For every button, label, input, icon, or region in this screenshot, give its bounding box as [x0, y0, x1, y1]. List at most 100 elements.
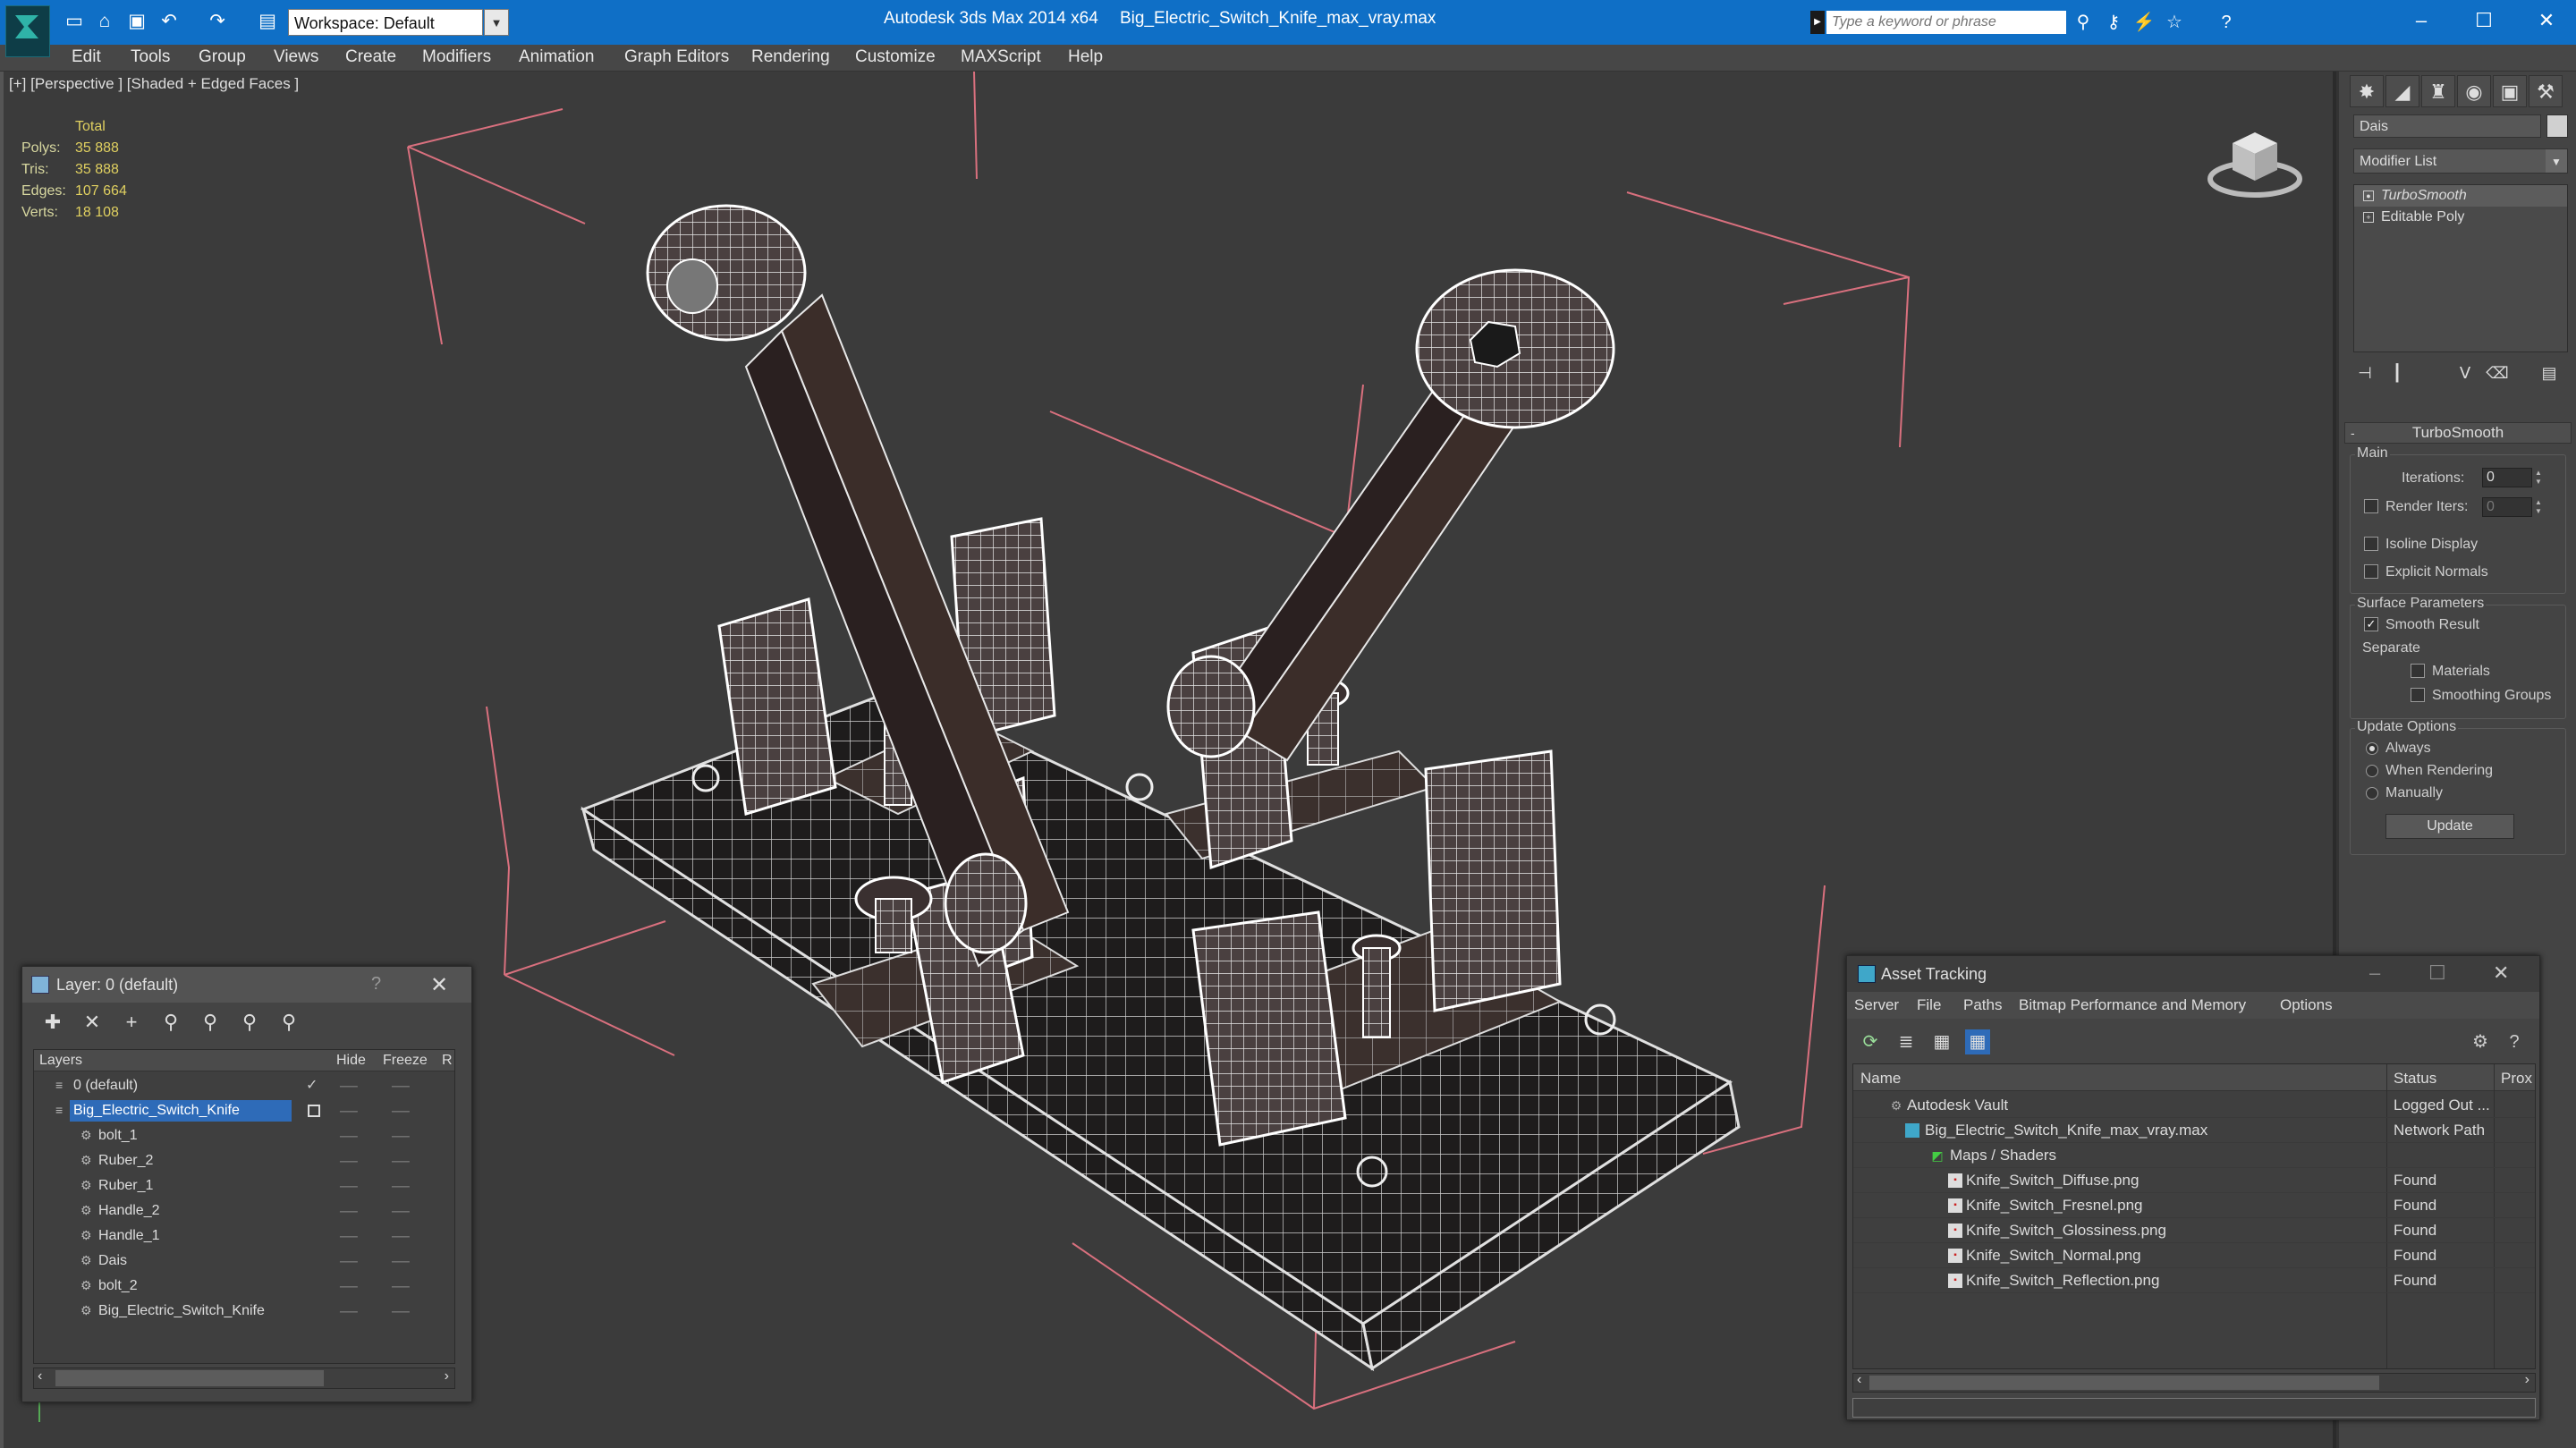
hide-toggle[interactable]: ── [340, 1073, 358, 1098]
make-unique-icon[interactable]: Ⅴ [2453, 361, 2477, 385]
always-radio[interactable] [2366, 742, 2378, 755]
display-tab-icon[interactable]: ▣ [2493, 75, 2527, 107]
minimize-button[interactable]: – [2369, 961, 2380, 985]
stack-item-turbosmooth[interactable]: ● TurboSmooth [2354, 185, 2567, 207]
layer-row[interactable]: ⚙ bolt_2 ── ── [34, 1274, 454, 1299]
collapse-icon[interactable]: - [2351, 423, 2355, 443]
asset-menu-options[interactable]: Options [2280, 996, 2333, 1014]
lightbulb-icon[interactable]: ● [2363, 191, 2374, 201]
chevron-down-icon[interactable]: ▼ [484, 9, 509, 36]
set-active-layer-icon[interactable] [308, 1105, 320, 1117]
menu-group[interactable]: Group [199, 47, 246, 67]
menu-views[interactable]: Views [274, 47, 318, 67]
new-file-icon[interactable]: ▭ [63, 11, 86, 32]
menu-tools[interactable]: Tools [131, 47, 170, 67]
turbosmooth-rollout-header[interactable]: - TurboSmooth [2344, 422, 2572, 444]
search-expand-icon[interactable]: ▶ [1810, 11, 1825, 34]
list-view-icon[interactable]: ≣ [1894, 1029, 1919, 1054]
maximize-button[interactable]: ☐ [2462, 5, 2506, 36]
asset-horizontal-scrollbar[interactable]: ‹ › [1852, 1372, 2536, 1393]
menu-animation[interactable]: Animation [519, 47, 595, 67]
scroll-thumb[interactable] [1869, 1376, 2379, 1390]
isoline-display-checkbox[interactable] [2364, 537, 2378, 551]
scroll-thumb[interactable] [55, 1370, 324, 1386]
spinner-arrows-icon[interactable]: ▲ ▼ [2533, 469, 2544, 487]
pin-stack-icon[interactable]: ⊣ [2353, 361, 2377, 385]
freeze-toggle[interactable]: ── [392, 1098, 410, 1123]
layer-row[interactable]: ⚙ Handle_2 ── ── [34, 1198, 454, 1224]
hide-toggle[interactable]: ── [340, 1148, 358, 1173]
delete-layer-icon[interactable]: ✕ [80, 1010, 105, 1035]
workspace-dropdown[interactable]: Workspace: Default ▼ [288, 9, 509, 36]
layer-row[interactable]: ⚙ Dais ── ── [34, 1249, 454, 1274]
layer-row[interactable]: ≡ Big_Electric_Switch_Knife ── ── [34, 1098, 454, 1123]
spinner-arrows-icon[interactable]: ▲ ▼ [2533, 498, 2544, 516]
undo-icon[interactable]: ↶ [157, 11, 181, 32]
scroll-left-icon[interactable]: ‹ [38, 1368, 42, 1384]
hide-toggle[interactable]: ── [340, 1098, 358, 1123]
layer-row[interactable]: ⚙ bolt_1 ── ── [34, 1123, 454, 1148]
menu-create[interactable]: Create [345, 47, 396, 67]
asset-row[interactable]: ◩ Maps / Shaders [1853, 1143, 2535, 1168]
menu-customize[interactable]: Customize [855, 47, 936, 67]
object-name[interactable]: Ruber_2 [95, 1150, 158, 1172]
scroll-right-icon[interactable]: › [445, 1368, 449, 1384]
open-file-icon[interactable]: ⌂ [93, 11, 116, 32]
layer-window-titlebar[interactable]: Layer: 0 (default) ? ✕ [22, 967, 471, 1003]
object-name[interactable]: Big_Electric_Switch_Knife [95, 1300, 270, 1322]
project-folder-icon[interactable]: ▤ [256, 11, 279, 32]
refresh-icon[interactable]: ⟳ [1858, 1029, 1883, 1054]
col-render[interactable]: R [442, 1053, 453, 1069]
minimize-button[interactable]: – [2399, 5, 2444, 36]
maximize-button[interactable]: ☐ [2428, 961, 2446, 985]
hide-toggle[interactable]: ── [340, 1274, 358, 1299]
asset-menu-file[interactable]: File [1917, 996, 1941, 1014]
utilities-tab-icon[interactable]: ⚒ [2529, 75, 2563, 107]
col-freeze[interactable]: Freeze [383, 1053, 428, 1069]
asset-row[interactable]: ▪ Knife_Switch_Fresnel.png Found [1853, 1193, 2535, 1218]
col-layers[interactable]: Layers [39, 1053, 82, 1069]
stack-item-editable-poly[interactable]: + Editable Poly [2354, 207, 2567, 228]
asset-row[interactable]: ▪ Knife_Switch_Normal.png Found [1853, 1243, 2535, 1268]
col-status[interactable]: Status [2394, 1070, 2436, 1088]
freeze-toggle[interactable]: ── [392, 1148, 410, 1173]
app-logo-icon[interactable] [5, 5, 50, 57]
smooth-result-checkbox[interactable]: ✓ [2364, 617, 2378, 631]
viewport-label[interactable]: [+] [Perspective ] [Shaded + Edged Faces… [9, 75, 299, 93]
col-name[interactable]: Name [1860, 1070, 1901, 1088]
asset-row[interactable]: Big_Electric_Switch_Knife_max_vray.max N… [1853, 1118, 2535, 1143]
layer-row[interactable]: ⚙ Ruber_2 ── ── [34, 1148, 454, 1173]
asset-path-field[interactable] [1852, 1398, 2536, 1418]
modify-tab-icon[interactable]: ◢ [2385, 75, 2419, 107]
freeze-toggle[interactable]: ── [392, 1173, 410, 1198]
layer-row[interactable]: ⚙ Handle_1 ── ── [34, 1224, 454, 1249]
active-layer-check-icon[interactable]: ✓ [306, 1073, 318, 1098]
freeze-toggle[interactable]: ── [392, 1274, 410, 1299]
asset-row[interactable]: ⚙ Autodesk Vault Logged Out ... [1853, 1093, 2535, 1118]
manually-radio[interactable] [2366, 787, 2378, 800]
remove-modifier-icon[interactable]: ⌫ [2486, 361, 2509, 385]
layer-row[interactable]: ⚙ Big_Electric_Switch_Knife ── ── [34, 1299, 454, 1324]
asset-menu-server[interactable]: Server [1854, 996, 1899, 1014]
smoothing-groups-checkbox[interactable] [2411, 688, 2425, 702]
freeze-toggle[interactable]: ── [392, 1198, 410, 1224]
asset-window-titlebar[interactable]: Asset Tracking – ☐ ✕ [1847, 956, 2539, 992]
communication-icon[interactable]: ⚡ [2132, 11, 2156, 34]
configure-sets-icon[interactable]: ▤ [2538, 361, 2561, 385]
layer-name[interactable]: Big_Electric_Switch_Knife [70, 1100, 292, 1122]
chevron-down-icon[interactable]: ▼ [2546, 149, 2567, 173]
close-icon[interactable]: ✕ [430, 972, 448, 998]
expand-icon[interactable]: + [2363, 212, 2374, 223]
when-rendering-radio[interactable] [2366, 765, 2378, 777]
hide-toggle[interactable]: ── [340, 1224, 358, 1249]
subscription-icon[interactable]: ⚷ [2102, 11, 2125, 34]
menu-rendering[interactable]: Rendering [751, 47, 830, 67]
freeze-all-icon[interactable]: ⚲ [276, 1010, 301, 1035]
viewcube-icon[interactable] [2206, 116, 2304, 206]
highlight-layer-icon[interactable]: ⚲ [198, 1010, 223, 1035]
close-window-button[interactable]: ✕ [2524, 5, 2569, 36]
hide-all-icon[interactable]: ⚲ [237, 1010, 262, 1035]
detail-view-icon[interactable]: ▦ [1929, 1029, 1954, 1054]
select-objects-icon[interactable]: ⚲ [158, 1010, 183, 1035]
iterations-spinner[interactable]: 0 ▲ ▼ [2482, 468, 2542, 487]
